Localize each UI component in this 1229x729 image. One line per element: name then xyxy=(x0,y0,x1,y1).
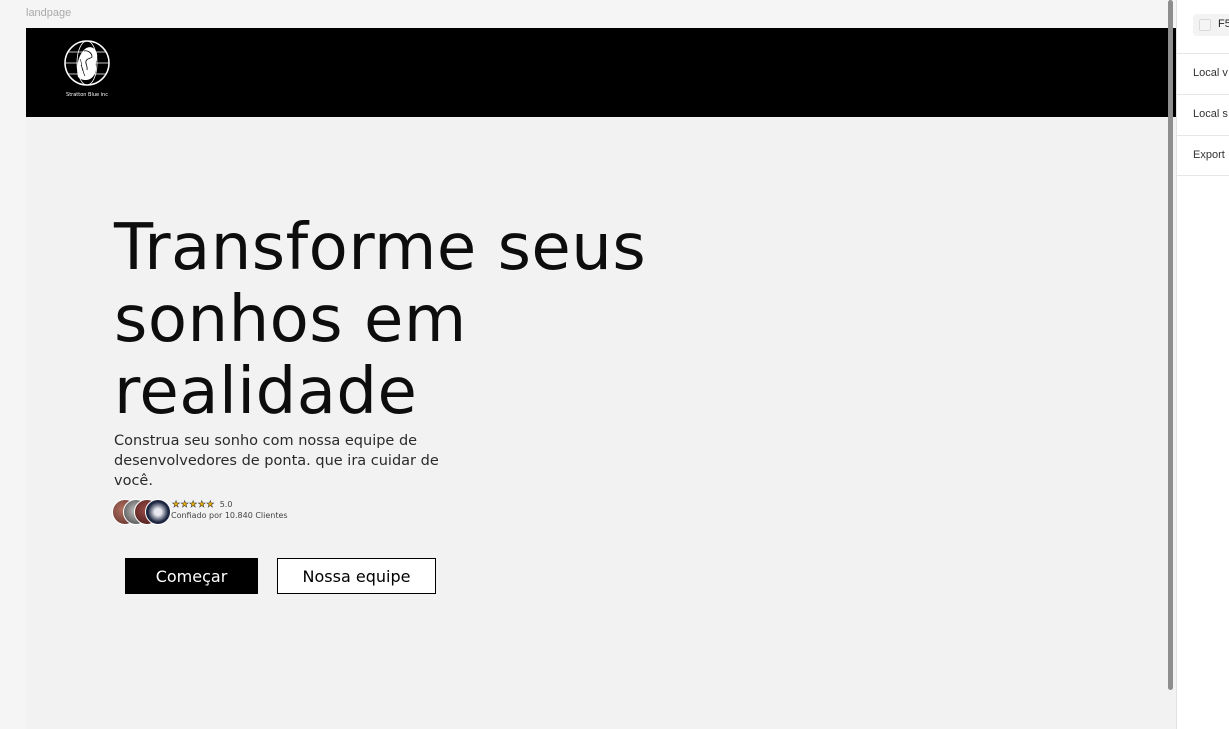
hero-title-line: sonhos em xyxy=(114,283,467,357)
trust-badge: ★★★★★ 5.0 Confiado por 10.840 Clientes xyxy=(112,498,342,526)
hero-title-line: Transforme seus xyxy=(114,211,647,285)
panel-row-label: Local v xyxy=(1193,67,1228,79)
frame-label[interactable]: landpage xyxy=(26,7,71,19)
client-avatars xyxy=(112,499,172,525)
star-icon: ★★★★★ xyxy=(172,500,215,511)
logo-caption: Stratton Blue inc xyxy=(66,92,108,98)
hero-title: Transforme seus sonhos em realidade xyxy=(114,212,734,428)
panel-row-label: Export xyxy=(1193,149,1225,161)
panel-row-label: Local s xyxy=(1193,108,1228,120)
landing-page-frame[interactable]: Stratton Blue inc Transforme seus sonhos… xyxy=(26,28,1176,729)
hero-subtitle: Construa seu sonho com nossa equipe de d… xyxy=(114,433,439,489)
our-team-button[interactable]: Nossa equipe xyxy=(277,558,436,594)
design-canvas[interactable]: landpage Stratton Blue inc Transforme se… xyxy=(0,0,1176,729)
hero-title-line: realidade xyxy=(114,355,418,429)
fill-hex-value[interactable]: F5 xyxy=(1218,18,1229,30)
canvas-scrollbar[interactable] xyxy=(1168,0,1173,690)
avatar xyxy=(145,499,171,525)
rating-row: ★★★★★ 5.0 xyxy=(172,500,233,511)
rating-value: 5.0 xyxy=(219,500,233,509)
trust-text: Confiado por 10.840 Clientes xyxy=(171,511,288,520)
site-header: Stratton Blue inc xyxy=(26,28,1176,117)
panel-row-local-variables[interactable]: Local v xyxy=(1177,53,1229,94)
panel-row-export[interactable]: Export xyxy=(1177,135,1229,176)
properties-panel: F5 Local v Local s Export xyxy=(1176,0,1229,729)
fill-color-field[interactable]: F5 xyxy=(1193,14,1229,36)
panel-row-local-styles[interactable]: Local s xyxy=(1177,94,1229,135)
color-swatch[interactable] xyxy=(1199,19,1211,31)
start-button[interactable]: Começar xyxy=(125,558,258,594)
